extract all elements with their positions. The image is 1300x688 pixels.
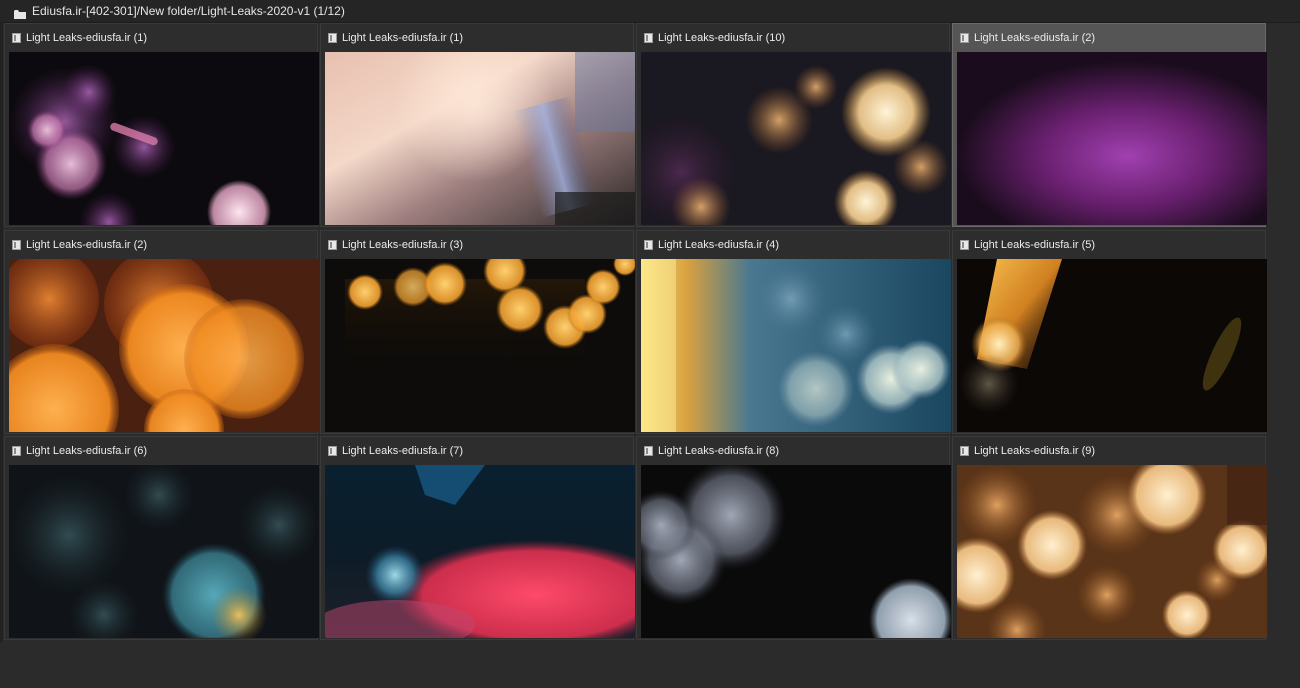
clip-tile[interactable]: Light Leaks-ediusfa.ir (3): [320, 230, 635, 434]
clip-icon: [960, 32, 969, 43]
clip-header: Light Leaks-ediusfa.ir (3): [321, 231, 633, 258]
clip-thumbnail[interactable]: [325, 259, 635, 432]
clip-label: Light Leaks-ediusfa.ir (8): [658, 444, 780, 457]
clip-label: Light Leaks-ediusfa.ir (6): [26, 444, 148, 457]
clip-thumbnail[interactable]: [9, 465, 319, 638]
clip-tile[interactable]: Light Leaks-ediusfa.ir (4): [636, 230, 951, 434]
clip-thumbnail[interactable]: [957, 52, 1267, 225]
clip-thumbnail[interactable]: [325, 52, 635, 225]
folder-icon: [14, 8, 26, 19]
clip-tile-selected[interactable]: Light Leaks-ediusfa.ir (2): [952, 23, 1267, 227]
clip-icon: [12, 239, 21, 250]
clip-label: Light Leaks-ediusfa.ir (1): [26, 31, 148, 44]
clip-tile[interactable]: Light Leaks-ediusfa.ir (10): [636, 23, 951, 227]
clip-thumbnail[interactable]: [9, 259, 319, 432]
clip-thumbnail[interactable]: [9, 52, 319, 225]
clip-label: Light Leaks-ediusfa.ir (9): [974, 444, 1096, 457]
clip-thumbnail[interactable]: [641, 259, 951, 432]
panel-edge: [0, 22, 3, 642]
clip-label: Light Leaks-ediusfa.ir (2): [974, 31, 1096, 44]
clip-header: Light Leaks-ediusfa.ir (2): [953, 24, 1265, 51]
clip-icon: [12, 32, 21, 43]
clip-thumbnail[interactable]: [325, 465, 635, 638]
clip-tile[interactable]: Light Leaks-ediusfa.ir (6): [4, 436, 319, 640]
clip-thumbnail[interactable]: [957, 465, 1267, 638]
clip-header: Light Leaks-ediusfa.ir (1): [5, 24, 317, 51]
clip-icon: [328, 445, 337, 456]
clip-label: Light Leaks-ediusfa.ir (3): [342, 238, 464, 251]
window-title: Ediusfa.ir-[402-301]/New folder/Light-Le…: [32, 4, 345, 18]
empty-area: [0, 643, 1300, 688]
clip-tile[interactable]: Light Leaks-ediusfa.ir (8): [636, 436, 951, 640]
clip-tile[interactable]: Light Leaks-ediusfa.ir (2): [4, 230, 319, 434]
clip-tile[interactable]: Light Leaks-ediusfa.ir (5): [952, 230, 1267, 434]
clip-icon: [328, 239, 337, 250]
clip-tile[interactable]: Light Leaks-ediusfa.ir (9): [952, 436, 1267, 640]
clip-thumbnail[interactable]: [641, 465, 951, 638]
clip-header: Light Leaks-ediusfa.ir (10): [637, 24, 949, 51]
clip-header: Light Leaks-ediusfa.ir (5): [953, 231, 1265, 258]
clip-header: Light Leaks-ediusfa.ir (4): [637, 231, 949, 258]
clip-tile[interactable]: Light Leaks-ediusfa.ir (7): [320, 436, 635, 640]
clip-icon: [960, 239, 969, 250]
clip-header: Light Leaks-ediusfa.ir (7): [321, 437, 633, 464]
window-titlebar: Ediusfa.ir-[402-301]/New folder/Light-Le…: [0, 0, 1300, 23]
clip-header: Light Leaks-ediusfa.ir (9): [953, 437, 1265, 464]
clip-thumbnail[interactable]: [957, 259, 1267, 432]
clip-label: Light Leaks-ediusfa.ir (4): [658, 238, 780, 251]
clip-header: Light Leaks-ediusfa.ir (6): [5, 437, 317, 464]
clip-label: Light Leaks-ediusfa.ir (10): [658, 31, 786, 44]
clip-label: Light Leaks-ediusfa.ir (1): [342, 31, 464, 44]
clip-tile[interactable]: Light Leaks-ediusfa.ir (1): [320, 23, 635, 227]
clip-icon: [328, 32, 337, 43]
clip-label: Light Leaks-ediusfa.ir (2): [26, 238, 148, 251]
clip-icon: [644, 32, 653, 43]
clip-icon: [12, 445, 21, 456]
clip-header: Light Leaks-ediusfa.ir (1): [321, 24, 633, 51]
clip-icon: [644, 239, 653, 250]
clip-label: Light Leaks-ediusfa.ir (5): [974, 238, 1096, 251]
clip-label: Light Leaks-ediusfa.ir (7): [342, 444, 464, 457]
clip-header: Light Leaks-ediusfa.ir (8): [637, 437, 949, 464]
clip-tile[interactable]: Light Leaks-ediusfa.ir (1): [4, 23, 319, 227]
clip-icon: [960, 445, 969, 456]
clip-header: Light Leaks-ediusfa.ir (2): [5, 231, 317, 258]
clip-icon: [644, 445, 653, 456]
clip-thumbnail[interactable]: [641, 52, 951, 225]
